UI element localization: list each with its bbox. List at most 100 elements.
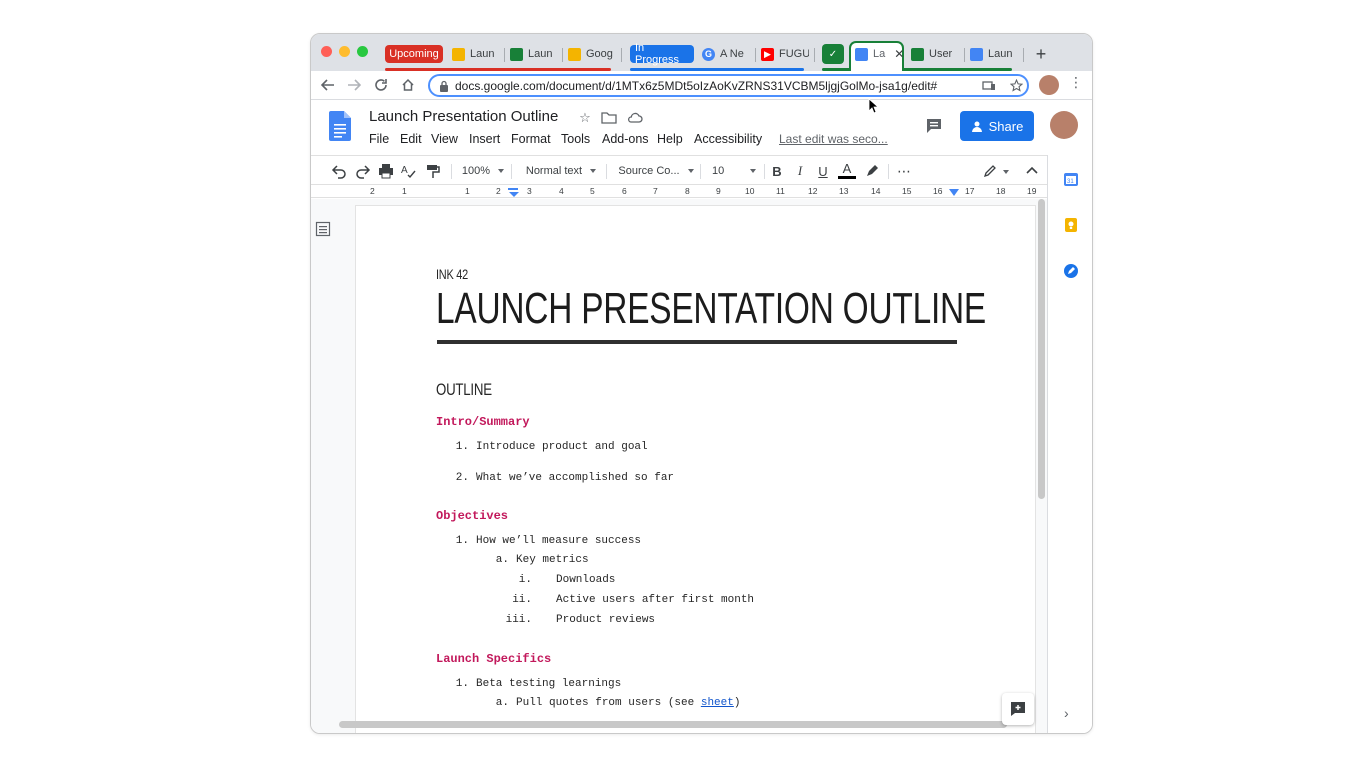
undo-icon[interactable] [331,161,347,181]
tab-launch-sheet[interactable]: Laun [510,42,556,66]
style-value: Normal text [525,165,583,177]
font-select[interactable]: Source Co... [618,161,694,181]
list-letter: a. [495,697,509,709]
omnibox[interactable]: docs.google.com/document/d/1MTx6z5MDt5oI… [428,74,1029,97]
document-page[interactable]: INK 42 LAUNCH PRESENTATION OUTLINE OUTLI… [355,205,1036,733]
menu-add-ons[interactable]: Add-ons [602,132,649,146]
document-title[interactable]: Launch Presentation Outline [369,108,558,125]
cloud-status-icon[interactable] [627,110,643,126]
keep-icon[interactable] [1063,217,1079,233]
ruler-tick-label: 16 [933,186,943,196]
tab-group-green-chip[interactable]: ✓ [822,44,844,64]
ruler-tick-label: 15 [902,186,912,196]
tab-group-upcoming[interactable]: Upcoming [385,45,443,63]
list-item: Downloads [556,574,616,586]
chevron-right-icon[interactable]: › [1064,705,1069,721]
tab-label: Laun [528,48,553,60]
list-number: 2. [455,472,469,484]
minimize-window-button[interactable] [339,46,350,57]
print-icon[interactable] [378,161,394,181]
zoom-select[interactable]: 100% [461,161,505,181]
list-item: Beta testing learnings [476,678,622,690]
underline-button[interactable]: U [815,161,831,181]
close-tab-icon[interactable]: ✕ [894,47,903,61]
paint-format-icon[interactable] [425,161,441,181]
vertical-scrollbar[interactable] [1038,199,1045,499]
menu-insert[interactable]: Insert [469,132,500,146]
list-item: Pull quotes from users (see sheet) [516,697,740,709]
ruler-tick-label: 1 [465,186,470,196]
tab-launch-doc[interactable]: Laun [970,42,1018,66]
svg-text:A: A [401,165,408,176]
more-options-button[interactable]: ⋯ [896,161,912,181]
home-button[interactable] [397,74,419,96]
url-text[interactable]: docs.google.com/document/d/1MTx6z5MDt5oI… [455,79,937,93]
ruler-tick-label: 3 [527,186,532,196]
toolbar-divider [451,164,452,179]
tab-user[interactable]: User [911,42,959,66]
chevron-down-icon[interactable] [1003,170,1009,174]
menu-help[interactable]: Help [657,132,683,146]
bold-button[interactable]: B [769,161,785,181]
ruler-tick-label: 8 [685,186,690,196]
sheet-link[interactable]: sheet [701,697,734,709]
menu-format[interactable]: Format [511,132,551,146]
tasks-icon[interactable] [1063,263,1079,279]
side-panel: 31 › [1047,155,1092,733]
italic-button[interactable]: I [792,161,808,181]
document-outline-icon[interactable] [315,221,331,237]
cast-devices-icon[interactable] [982,80,996,92]
highlight-color-icon[interactable] [864,161,880,181]
list-roman: ii. [512,594,532,606]
star-bookmark-icon[interactable] [1010,79,1023,92]
new-tab-button[interactable]: + [1033,42,1049,66]
forward-button[interactable] [343,74,365,96]
menu-file[interactable]: File [369,132,389,146]
tab-google-keep[interactable]: Goog [568,42,614,66]
lock-icon [440,80,448,92]
reload-button[interactable] [370,74,392,96]
slides-icon [452,47,465,61]
account-avatar[interactable] [1050,111,1078,139]
list-number: 1. [455,678,469,690]
docs-logo-icon[interactable] [329,111,351,141]
menu-tools[interactable]: Tools [561,132,590,146]
checkmark-icon: ✓ [828,48,838,60]
menu-accessibility[interactable]: Accessibility [694,132,762,146]
tab-group-in-progress[interactable]: In Progress [630,42,694,66]
menu-edit[interactable]: Edit [400,132,422,146]
horizontal-scrollbar[interactable] [339,721,1007,728]
browser-menu-icon[interactable]: ⋮ [1069,74,1083,91]
profile-avatar[interactable] [1039,75,1059,95]
last-edit-link[interactable]: Last edit was seco... [779,132,888,146]
editing-mode-pencil-icon[interactable] [983,161,997,181]
text-color-button[interactable]: A [838,161,856,179]
tab-launch-slides[interactable]: Laun [452,42,498,66]
tab-label: Goog [586,48,613,60]
collapse-menus-icon[interactable] [1025,161,1039,181]
close-window-button[interactable] [321,46,332,57]
paragraph-style-select[interactable]: Normal text [523,161,599,181]
left-indent-marker[interactable] [508,188,520,197]
zoom-window-button[interactable] [357,46,368,57]
tab-divider [621,48,622,62]
ruler-tick-label: 2 [370,186,375,196]
tab-active-content[interactable]: La ✕ [855,42,903,66]
spellcheck-icon[interactable]: A [401,161,417,181]
share-button[interactable]: Share [960,111,1034,141]
ruler[interactable]: 2 1 1 2 3 4 5 6 7 8 9 10 11 12 13 14 15 … [311,186,1047,198]
back-button[interactable] [317,74,339,96]
star-icon[interactable]: ☆ [577,110,593,126]
tab-a-new[interactable]: G A Ne [702,42,750,66]
tab-fugu[interactable]: ▶ FUGU [761,42,809,66]
explore-button[interactable] [1002,693,1034,725]
redo-icon[interactable] [355,161,371,181]
font-size-select[interactable]: 10 [712,161,756,181]
menu-view[interactable]: View [431,132,458,146]
move-folder-icon[interactable] [601,110,617,126]
list-item: Key metrics [516,554,589,566]
docs-icon [855,47,868,61]
comment-history-icon[interactable] [925,117,943,135]
right-indent-marker[interactable] [949,189,959,196]
calendar-icon[interactable]: 31 [1063,171,1079,187]
